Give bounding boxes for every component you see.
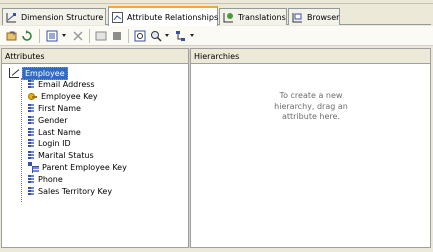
- attribute-label: Employee Key: [41, 92, 98, 102]
- tab-translations[interactable]: Translations: [219, 8, 287, 25]
- delete-icon[interactable]: [72, 30, 84, 42]
- tree-root-label: Employee: [22, 66, 68, 80]
- tab-browser[interactable]: Browser: [288, 8, 340, 25]
- attribute-gender[interactable]: Gender: [2, 114, 188, 126]
- tab-label: Dimension Structure: [21, 12, 104, 22]
- attribute-first-name[interactable]: First Name: [2, 103, 188, 115]
- dimension-icon: [9, 68, 19, 78]
- attribute-icon: [28, 174, 34, 184]
- zoom-icon[interactable]: [150, 30, 162, 42]
- parent-attribute-icon: [28, 162, 39, 174]
- attribute-icon: [28, 151, 34, 161]
- attribute-email-address[interactable]: Email Address: [2, 79, 188, 91]
- designer-toolbar: [0, 26, 433, 46]
- attribute-employee-key[interactable]: Employee Key: [2, 91, 188, 103]
- tab-dimension-structure[interactable]: Dimension Structure: [2, 8, 106, 25]
- toolbar-separator: [128, 29, 129, 43]
- attribute-label: Email Address: [38, 80, 95, 90]
- attribute-label: Phone: [38, 174, 63, 184]
- process-icon[interactable]: [6, 30, 18, 42]
- key-attribute-icon: [28, 92, 37, 101]
- translations-icon: [223, 12, 234, 23]
- window-top-edge: [0, 0, 433, 4]
- attribute-label: Last Name: [38, 127, 81, 137]
- dimension-designer: Dimension Structure Attribute Relationsh…: [0, 0, 433, 252]
- layout-icon[interactable]: [175, 30, 187, 42]
- attribute-label: Sales Territory Key: [38, 186, 113, 196]
- zoom-fit-icon[interactable]: [134, 30, 146, 42]
- designer-tabstrip: Dimension Structure Attribute Relationsh…: [2, 6, 431, 26]
- attribute-icon: [28, 139, 34, 149]
- attribute-icon: [28, 186, 34, 196]
- toolbar-separator: [89, 29, 90, 43]
- zoom-dropdown-arrow-icon[interactable]: [165, 34, 169, 37]
- hierarchies-pane[interactable]: Hierarchies To create a new hierarchy, d…: [190, 48, 431, 248]
- tab-attribute-relationships[interactable]: Attribute Relationships: [108, 6, 218, 26]
- hint-line: attribute here.: [281, 112, 340, 121]
- attribute-icon: [28, 103, 34, 113]
- view-dropdown-arrow-icon[interactable]: [62, 34, 66, 37]
- hierarchies-pane-header: Hierarchies: [191, 49, 430, 64]
- attribute-relationships-icon: [112, 11, 123, 23]
- attribute-icon: [28, 80, 34, 90]
- tree-root-employee[interactable]: Employee: [2, 66, 188, 80]
- grid-icon[interactable]: [95, 30, 107, 42]
- attribute-label: Marital Status: [38, 151, 94, 161]
- hint-line: hierarchy, drag an: [274, 101, 348, 111]
- attribute-last-name[interactable]: Last Name: [2, 126, 188, 138]
- attribute-phone[interactable]: Phone: [2, 173, 188, 185]
- toolbar-separator: [39, 29, 40, 43]
- layout-dropdown-arrow-icon[interactable]: [190, 34, 194, 37]
- refresh-icon[interactable]: [21, 30, 33, 42]
- attribute-label: Login ID: [38, 139, 71, 149]
- attribute-sales-territory-key[interactable]: Sales Territory Key: [2, 185, 188, 197]
- dimension-structure-icon: [6, 12, 17, 23]
- attribute-label: Gender: [38, 115, 68, 125]
- tab-label: Attribute Relationships: [127, 12, 219, 22]
- hierarchies-drop-hint: To create a new hierarchy, drag an attri…: [201, 91, 421, 123]
- tab-label: Translations: [238, 12, 286, 22]
- attribute-login-id[interactable]: Login ID: [2, 138, 188, 150]
- tree-connector-line: [21, 78, 22, 202]
- attribute-parent-employee-key[interactable]: Parent Employee Key: [2, 162, 188, 174]
- attribute-icon: [28, 127, 34, 137]
- attributes-pane: Attributes Employee Email Address Employ…: [1, 48, 189, 248]
- tab-label: Browser: [307, 12, 340, 22]
- stop-icon[interactable]: [111, 30, 123, 42]
- attribute-icon: [28, 115, 34, 125]
- attribute-label: Parent Employee Key: [42, 162, 127, 172]
- attribute-label: First Name: [38, 103, 81, 113]
- attribute-marital-status[interactable]: Marital Status: [2, 150, 188, 162]
- attributes-pane-header: Attributes: [2, 49, 188, 64]
- browser-icon: [292, 12, 303, 23]
- view-icon[interactable]: [46, 30, 58, 42]
- hint-line: To create a new: [279, 91, 343, 100]
- attributes-tree: Employee Email Address Employee Key Firs…: [2, 64, 188, 202]
